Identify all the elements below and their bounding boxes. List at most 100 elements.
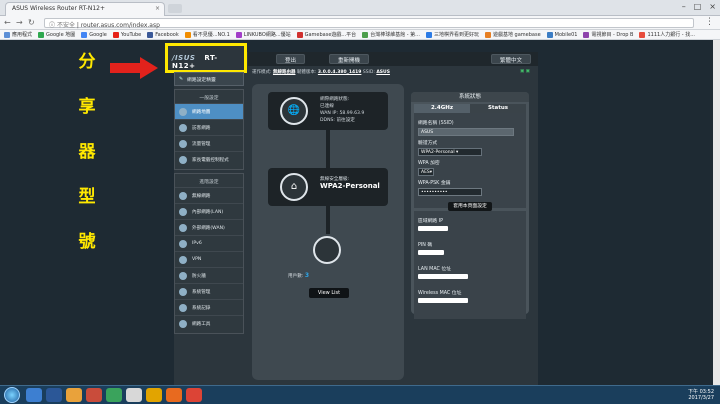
bookmark-favicon-icon: [362, 31, 369, 38]
sidebar-item[interactable]: 流量管理: [175, 135, 243, 151]
guest-network-icon: [179, 123, 187, 132]
annotation-char: 器: [78, 142, 96, 162]
internet-node[interactable]: 🌐 網際網路狀態: 已連線 WAN IP: 58.99.63.9 DDNS: 前…: [268, 92, 388, 130]
app-icon[interactable]: [126, 388, 142, 402]
bookmark-item[interactable]: LINKUBO網路...優站: [235, 31, 291, 38]
app-icon[interactable]: [166, 388, 182, 402]
traffic-manager-icon: [179, 139, 187, 148]
clients-value: 3: [304, 272, 309, 279]
quick-setup-label: 網路設定精靈: [187, 77, 216, 83]
bookmark-item[interactable]: Facebook: [147, 31, 179, 38]
start-button[interactable]: [4, 387, 20, 403]
sidebar-item[interactable]: 家長電腦控制程式: [175, 151, 243, 167]
bookmark-item[interactable]: 1111人力銀行 - 找...: [639, 31, 695, 38]
router-top-bar: 登出 重新開機 繁體中文: [248, 52, 538, 66]
clients-count: 用戶數: 3: [288, 272, 309, 279]
browser-tab[interactable]: ASUS Wireless Router RT-N12+ ×: [5, 2, 165, 16]
language-select[interactable]: 繁體中文: [491, 54, 532, 64]
reboot-button[interactable]: 重新開機: [329, 54, 370, 64]
lan-mac-label: LAN MAC 位址: [418, 267, 451, 272]
ddns-link[interactable]: 前往設定: [336, 118, 354, 123]
computer-icon: [313, 236, 341, 264]
bookmark-favicon-icon: [546, 31, 553, 38]
auth-select[interactable]: WPA2-Personal ▾: [418, 148, 482, 156]
app-icon[interactable]: [106, 388, 122, 402]
tab-close-icon[interactable]: ×: [155, 5, 160, 12]
vertical-scrollbar[interactable]: [713, 40, 720, 385]
explorer-icon[interactable]: [66, 388, 82, 402]
sidebar-item-label: 家長電腦控制程式: [192, 157, 229, 163]
system-tray-clock[interactable]: 下午 03:52 2017/3/27: [688, 389, 714, 401]
bookmark-item[interactable]: Mobile01: [546, 31, 577, 38]
sidebar-item[interactable]: 外部網路(WAN): [175, 219, 243, 235]
bookmark-item[interactable]: 三地棋界看到更好玩: [425, 31, 479, 38]
app-icon[interactable]: [146, 388, 162, 402]
bookmark-item[interactable]: 看不見優...NO.1: [184, 31, 230, 38]
sidebar-item[interactable]: 網路工具: [175, 315, 243, 331]
vpn-icon: [179, 255, 187, 264]
advanced-section: 進階設定 無線網路 內部網路(LAN) 外部網路(WAN) IPv6 VPN 防火牆 系統管…: [174, 173, 244, 334]
chrome-icon[interactable]: [186, 388, 202, 402]
bookmark-item[interactable]: 電視節目 - Drop B: [583, 31, 633, 38]
bookmark-item[interactable]: Google 地圖: [38, 31, 75, 38]
lan-mac-value-redacted: [418, 274, 468, 279]
logout-button[interactable]: 登出: [276, 54, 306, 64]
quick-setup-button[interactable]: ✎ 網路設定精靈: [174, 72, 244, 86]
sidebar-item[interactable]: 訪客網路: [175, 119, 243, 135]
globe-icon: 🌐: [280, 97, 308, 125]
annotation-text: 分享器型號: [78, 47, 96, 252]
parental-control-icon: [179, 155, 187, 164]
lan-ip-label: 區域網路 IP: [418, 219, 444, 224]
back-arrow-icon[interactable]: ←: [4, 18, 11, 27]
sidebar-item[interactable]: 網路地圖: [175, 103, 243, 119]
window-controls: – □ ×: [682, 2, 716, 11]
ie-icon[interactable]: [26, 388, 42, 402]
view-list-button[interactable]: View List: [309, 288, 349, 298]
bookmark-favicon-icon: [639, 31, 646, 38]
wan-ip-label: WAN IP:: [320, 111, 339, 116]
mode-link[interactable]: 無線路由器: [273, 70, 296, 75]
sidebar-item[interactable]: 防火牆: [175, 267, 243, 283]
psk-input[interactable]: ••••••••••: [418, 188, 482, 196]
sidebar-item[interactable]: VPN: [175, 251, 243, 267]
close-window-button[interactable]: ×: [709, 2, 716, 11]
sidebar-item[interactable]: IPv6: [175, 235, 243, 251]
bookmark-item[interactable]: 台灣棒球維基館 - 第...: [362, 31, 420, 38]
bookmark-item[interactable]: 應用程式: [4, 31, 32, 38]
forward-arrow-icon[interactable]: →: [16, 18, 23, 27]
router-node[interactable]: ⌂ 無線安全層級: WPA2-Personal: [268, 168, 388, 206]
bookmark-item[interactable]: Google: [81, 31, 107, 38]
browser-menu-icon[interactable]: ⋮: [705, 17, 714, 27]
sidebar-item[interactable]: 系統記錄: [175, 299, 243, 315]
sidebar-item-label: 外部網路(WAN): [192, 225, 225, 231]
address-bar[interactable]: ⓘ 不安全 | router.asus.com/index.asp: [44, 18, 694, 29]
info-icon[interactable]: ⓘ: [49, 22, 55, 29]
app-icon[interactable]: [86, 388, 102, 402]
sidebar-item[interactable]: 系統管理: [175, 283, 243, 299]
general-section: 一般設定 網路地圖 訪客網路 流量管理 家長電腦控制程式: [174, 89, 244, 170]
tab-2-4ghz[interactable]: 2.4GHz: [414, 104, 470, 113]
word-icon[interactable]: [46, 388, 62, 402]
ssid-input[interactable]: ASUS: [418, 128, 514, 136]
sidebar-item[interactable]: 內部網路(LAN): [175, 203, 243, 219]
bookmark-item[interactable]: Gamebase遊戲...平台: [296, 31, 356, 38]
browser-tab-strip: ASUS Wireless Router RT-N12+ × – □ ×: [0, 0, 720, 16]
security-label: 不安全: [56, 22, 75, 29]
minimize-button[interactable]: –: [682, 2, 686, 11]
apply-button[interactable]: 套用本頁面設定: [448, 202, 492, 211]
sidebar-item[interactable]: 無線網路: [175, 187, 243, 203]
sidebar-item-label: 無線網路: [192, 193, 211, 199]
new-tab-button[interactable]: [168, 4, 182, 13]
bookmark-item[interactable]: 遊戲基地 gamebase: [484, 31, 541, 38]
tab-status[interactable]: Status: [470, 104, 526, 113]
wpa-encryption-select[interactable]: AES▾: [418, 168, 434, 176]
ssid-link[interactable]: ASUS: [376, 70, 390, 75]
firmware-link[interactable]: 3.0.0.4.380_1419: [318, 70, 362, 75]
clients-node[interactable]: [307, 236, 347, 264]
status-icons[interactable]: ▣ ▣: [520, 69, 530, 74]
bookmark-favicon-icon: [296, 31, 303, 38]
maximize-button[interactable]: □: [694, 2, 702, 11]
reload-icon[interactable]: ↻: [28, 18, 35, 27]
tab-title: ASUS Wireless Router RT-N12+: [12, 5, 105, 12]
bookmark-item[interactable]: YouTube: [112, 31, 141, 38]
